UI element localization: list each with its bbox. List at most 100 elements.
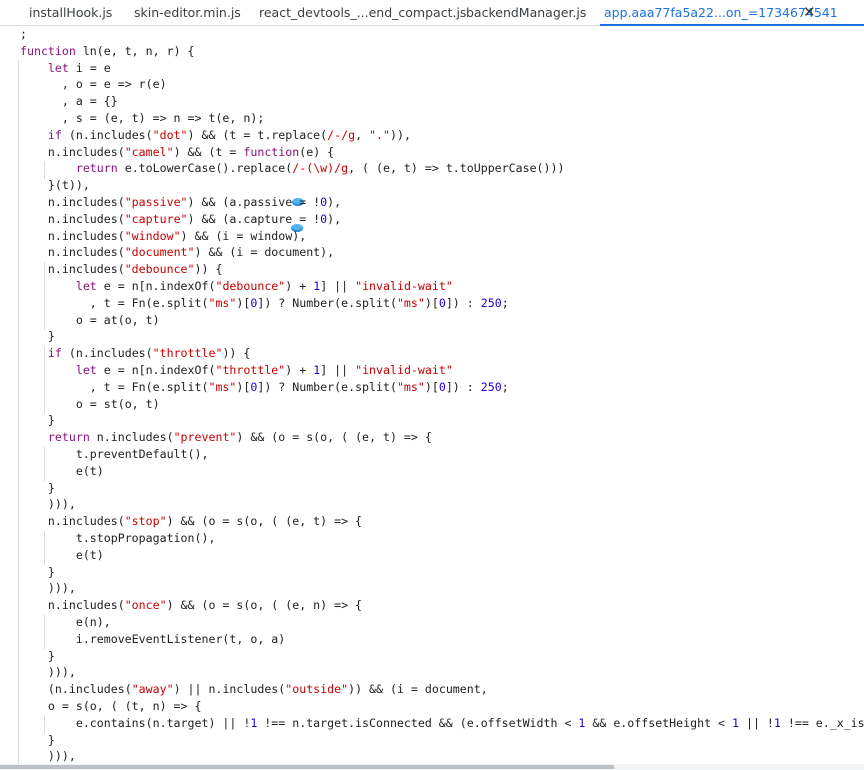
number-token: 250 [480, 295, 502, 310]
keyword-token: let [75, 279, 97, 293]
code-text: ), [327, 195, 342, 209]
string-token: "away" [131, 682, 174, 697]
code-text: !== e._x_isShown && t(n)) [787, 715, 864, 730]
tab-skin-editor[interactable]: skin-editor.min.js [134, 0, 241, 25]
code-text: ]) : [445, 295, 481, 310]
code-text: t.stopPropagation(), [20, 531, 216, 545]
string-token: "." [369, 127, 390, 142]
code-text: , o = e => r(e) [20, 77, 167, 92]
code-text: o = s(o, ( (t, n) => { [20, 699, 202, 713]
string-token: /-/g [327, 127, 356, 142]
keyword-token: function [20, 43, 76, 58]
tab-backend-manager[interactable]: backendManager.js [466, 0, 586, 25]
code-text: n.includes( [20, 228, 125, 243]
code-text: ) && (a.passive = ! [187, 195, 321, 209]
code-text: n.includes( [20, 262, 125, 277]
code-line: let e = n[n.indexOf("throttle") + 1] || … [20, 362, 453, 379]
code-text: )[ [424, 379, 439, 394]
code-editor[interactable]: ; function ln(e, t, n, r) { let i = e , o… [0, 26, 864, 764]
code-line: , o = e => r(e) [20, 76, 167, 93]
code-text: && e.offsetHeight < [585, 715, 732, 730]
code-line: (n.includes("away") || n.includes("outsi… [20, 681, 488, 698]
string-token: "ms" [396, 379, 425, 394]
code-text: e(n), [20, 615, 111, 629]
indent-guide [18, 60, 19, 764]
code-line: , s = (e, t) => n => t(e, n); [20, 110, 264, 127]
number-token: 0 [438, 379, 446, 394]
close-tab-icon[interactable]: ✕ [803, 0, 816, 25]
code-text: e(t) [20, 463, 104, 478]
code-line: , t = Fn(e.split("ms")[0]) ? Number(e.sp… [20, 295, 509, 312]
code-text: )) { [222, 346, 251, 361]
code-text: ) && (i = window), [180, 228, 307, 243]
code-text: , ( (e, t) => t.toUpperCase())) [348, 161, 565, 176]
code-text: ))), [20, 749, 76, 764]
string-token: "passive" [124, 195, 188, 209]
code-line: ; [20, 26, 27, 43]
string-token: "invalid-wait" [355, 279, 453, 293]
code-text: ) + [285, 363, 314, 377]
code-text: e = n[n.indexOf( [96, 279, 216, 293]
code-line: let e = n[n.indexOf("debounce") + 1] || … [20, 278, 453, 295]
code-line: ))), [20, 580, 76, 597]
string-token: "outside" [285, 682, 349, 697]
code-text: ) && (o = s(o, ( (e, n) => { [166, 598, 363, 613]
code-line: n.includes("passive") && (a.passive = !0… [20, 194, 341, 211]
code-line: let i = e [20, 60, 111, 77]
code-text: ) && (a.capture = ! [187, 211, 321, 226]
code-line: } [20, 480, 55, 497]
code-text: ) + [285, 279, 314, 293]
code-text: } [20, 329, 55, 344]
code-text: n.includes( [20, 195, 125, 209]
code-line: n.includes("capture") && (a.capture = !0… [20, 211, 341, 228]
code-text: ]) : [445, 379, 481, 394]
string-token: "window" [124, 228, 181, 243]
code-line: o = st(o, t) [20, 396, 160, 413]
code-line: function ln(e, t, n, r) { [20, 43, 195, 60]
keyword-token: return [47, 430, 90, 445]
code-line: }(t)), [20, 177, 90, 194]
code-text: } [20, 413, 55, 428]
code-text: !== n.target.isConnected && (e.offsetWid… [257, 715, 579, 730]
tab-installhook[interactable]: installHook.js [29, 0, 112, 25]
code-text: )) { [194, 262, 223, 277]
code-text: n.includes( [20, 514, 125, 529]
code-text: ; [20, 27, 27, 41]
horizontal-scrollbar-thumb[interactable] [0, 765, 614, 769]
code-text: } [20, 732, 55, 747]
code-text: i = e [68, 60, 111, 75]
code-text: ))), [20, 581, 76, 596]
string-token: "ms" [208, 295, 237, 310]
file-tab-bar: installHook.js skin-editor.min.js react_… [0, 0, 864, 26]
code-line: } [20, 648, 55, 665]
number-token: 1 [732, 715, 739, 730]
string-token: "capture" [124, 211, 188, 226]
keyword-token: return [75, 161, 118, 176]
code-line: , a = {} [20, 93, 118, 110]
code-line: n.includes("window") && (i = window), [20, 228, 306, 245]
code-text: , [355, 127, 370, 142]
keyword-token: let [75, 363, 97, 377]
code-line: i.removeEventListener(t, o, a) [20, 631, 285, 648]
code-text: || ! [738, 715, 774, 730]
string-token: "once" [124, 598, 167, 613]
code-text: ) && (t = [173, 144, 244, 159]
tab-react-devtools[interactable]: react_devtools_...end_compact.js [259, 0, 466, 25]
code-line: n.includes("once") && (o = s(o, ( (e, n)… [20, 597, 362, 614]
code-text: , t = Fn(e.split( [20, 295, 209, 310]
code-line: t.stopPropagation(), [20, 530, 216, 547]
code-line: return n.includes("prevent") && (o = s(o… [20, 429, 432, 446]
code-line: n.includes("camel") && (t = function(e) … [20, 144, 334, 161]
code-text: n.includes( [20, 245, 125, 260]
code-line: ))), [20, 664, 76, 681]
code-text: , t = Fn(e.split( [20, 379, 209, 394]
code-text: ) && (t = t.replace( [187, 127, 328, 142]
code-text: )[ [424, 295, 439, 310]
code-text: ]) ? Number(e.split( [257, 379, 397, 394]
code-line: , t = Fn(e.split( "ms")[0 ]) ? Number(e.sp… [20, 379, 509, 396]
keyword-token: if [47, 127, 62, 142]
code-line: o = s(o, ( (t, n) => { [20, 698, 202, 715]
